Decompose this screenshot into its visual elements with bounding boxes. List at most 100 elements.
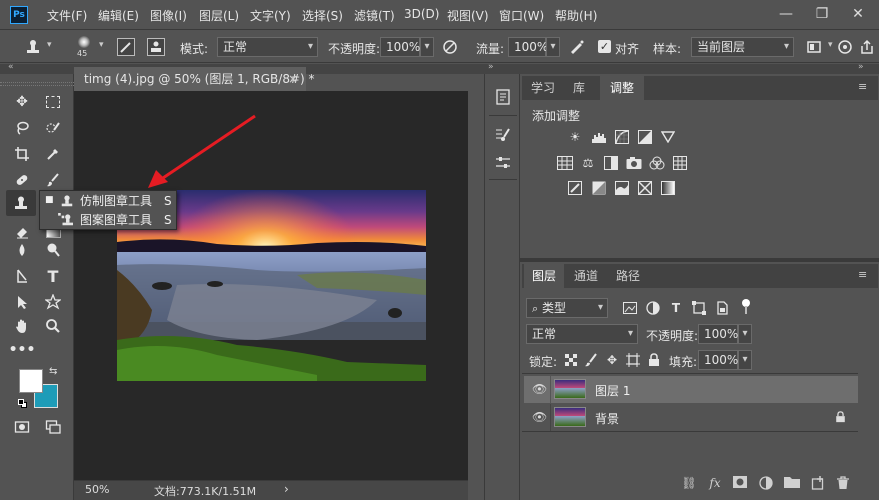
tab-adjustments[interactable]: 调整: [600, 76, 644, 100]
clone-stamp-tool-active[interactable]: [6, 190, 36, 216]
tab-libraries[interactable]: 库: [562, 76, 596, 100]
brush-tool-icon[interactable]: [42, 169, 64, 191]
tab-learn[interactable]: 学习: [524, 76, 562, 100]
color-lookup-icon[interactable]: [672, 155, 688, 171]
tab-channels[interactable]: 通道: [566, 264, 606, 288]
vibrance-icon[interactable]: [660, 129, 676, 145]
move-tool-icon[interactable]: ✥: [11, 91, 33, 113]
collapse-panels-icon[interactable]: »: [858, 62, 864, 72]
fill-dropdown-icon[interactable]: ▾: [738, 350, 752, 370]
brush-settings-icon[interactable]: [117, 38, 135, 56]
crop-tool-icon[interactable]: [11, 143, 33, 165]
clone-source-icon[interactable]: [147, 38, 165, 56]
blur-tool-icon[interactable]: [11, 239, 33, 261]
menu-help[interactable]: 帮助(H): [555, 7, 597, 24]
quick-mask-icon[interactable]: [11, 416, 33, 438]
filter-pixel-icon[interactable]: [622, 300, 638, 316]
mode-select[interactable]: 正常 ▾: [217, 37, 318, 57]
layer-style-icon[interactable]: fx: [706, 476, 724, 490]
type-tool-icon[interactable]: T: [42, 265, 64, 287]
edit-toolbar-icon[interactable]: •••: [9, 339, 36, 361]
link-layers-icon[interactable]: ⛓: [680, 476, 698, 490]
airbrush-icon[interactable]: [568, 38, 586, 56]
filter-toggle-icon[interactable]: [741, 299, 751, 315]
color-balance-icon[interactable]: ⚖: [580, 155, 596, 171]
layer-opacity-input[interactable]: 100%: [698, 324, 738, 344]
collapse-toolbar-icon[interactable]: «: [8, 62, 14, 72]
tab-paths[interactable]: 路径: [608, 264, 648, 288]
swap-colors-icon[interactable]: ⇆: [49, 366, 57, 377]
foreground-color-swatch[interactable]: [19, 369, 43, 393]
flyout-item-clone-stamp[interactable]: ■ 仿制图章工具 S: [40, 192, 176, 210]
selective-color-icon[interactable]: [637, 180, 653, 196]
history-panel-icon[interactable]: [494, 88, 512, 106]
default-colors-icon[interactable]: [18, 399, 28, 409]
custom-shape-tool-icon[interactable]: [42, 291, 64, 313]
layer-row[interactable]: 👁 背景: [524, 404, 858, 431]
brightness-contrast-icon[interactable]: ☀: [567, 129, 583, 145]
zoom-level[interactable]: 50%: [85, 483, 109, 496]
menu-file[interactable]: 文件(F): [47, 7, 87, 24]
lock-position-icon[interactable]: ✥: [604, 352, 620, 368]
layer-filter-select[interactable]: ⌕ 类型 ▾: [526, 298, 608, 318]
dodge-tool-icon[interactable]: [42, 239, 64, 261]
menu-select[interactable]: 选择(S): [302, 7, 343, 24]
screen-mode-icon[interactable]: [42, 416, 64, 438]
aligned-checkbox[interactable]: ✓: [598, 40, 611, 53]
filter-smart-object-icon[interactable]: [714, 300, 730, 316]
photo-filter-icon[interactable]: [626, 155, 642, 171]
brush-picker-arrow-icon[interactable]: ▾: [99, 40, 104, 50]
tool-preset-arrow-icon[interactable]: ▾: [47, 40, 52, 50]
flyout-item-pattern-stamp[interactable]: 图案图章工具 S: [40, 211, 176, 229]
clone-stamp-tool-icon[interactable]: [24, 38, 42, 56]
brush-preset-picker[interactable]: 45: [70, 34, 98, 60]
menu-type[interactable]: 文字(Y): [250, 7, 291, 24]
menu-filter[interactable]: 滤镜(T): [354, 7, 395, 24]
hand-tool-icon[interactable]: [11, 315, 33, 337]
opacity-input[interactable]: 100%: [380, 37, 420, 57]
new-layer-icon[interactable]: [809, 476, 827, 493]
lock-transparent-icon[interactable]: [563, 352, 579, 368]
invert-icon[interactable]: [567, 180, 583, 196]
minimize-button[interactable]: —: [776, 4, 796, 24]
properties-panel-icon[interactable]: [494, 154, 512, 172]
close-button[interactable]: ✕: [848, 4, 868, 24]
visibility-eye-icon[interactable]: 👁: [532, 382, 547, 396]
lock-all-icon[interactable]: [646, 352, 662, 368]
exposure-icon[interactable]: [637, 129, 653, 145]
path-selection-tool-icon[interactable]: [11, 291, 33, 313]
new-group-icon[interactable]: [783, 476, 801, 491]
lock-pixels-icon[interactable]: [583, 352, 599, 368]
black-white-icon[interactable]: [603, 155, 619, 171]
layer-opacity-dropdown-icon[interactable]: ▾: [738, 324, 752, 344]
opacity-dropdown-icon[interactable]: ▾: [420, 37, 434, 57]
layers-panel-menu-icon[interactable]: ≡: [858, 268, 867, 281]
pressure-size-icon[interactable]: [836, 38, 854, 56]
flow-dropdown-icon[interactable]: ▾: [546, 37, 560, 57]
flow-input[interactable]: 100%: [508, 37, 548, 57]
ignore-adjustment-icon[interactable]: [806, 39, 824, 55]
status-menu-arrow-icon[interactable]: ›: [284, 482, 289, 496]
lock-artboard-icon[interactable]: [625, 352, 641, 368]
blend-mode-select[interactable]: 正常 ▾: [526, 324, 638, 344]
pen-tool-icon[interactable]: [11, 265, 33, 287]
menu-window[interactable]: 窗口(W): [499, 7, 544, 24]
delete-layer-icon[interactable]: [834, 476, 852, 493]
hue-saturation-icon[interactable]: [557, 155, 573, 171]
gradient-map-icon[interactable]: [660, 180, 676, 196]
expand-panels-icon[interactable]: »: [488, 62, 494, 72]
restore-button[interactable]: ❐: [812, 4, 832, 24]
posterize-icon[interactable]: [591, 180, 607, 196]
layer-row[interactable]: 👁 图层 1: [524, 376, 858, 403]
threshold-icon[interactable]: [614, 180, 630, 196]
menu-edit[interactable]: 编辑(E): [98, 7, 139, 24]
add-mask-icon[interactable]: [731, 476, 749, 491]
chevron-down-icon[interactable]: ▾: [828, 40, 833, 50]
marquee-tool-icon[interactable]: [42, 91, 64, 113]
pressure-opacity-icon[interactable]: [441, 38, 459, 56]
menu-3d[interactable]: 3D(D): [404, 7, 439, 21]
close-document-icon[interactable]: ×: [288, 67, 298, 91]
new-adjustment-layer-icon[interactable]: [757, 476, 775, 493]
document-tab[interactable]: timg (4).jpg @ 50% (图层 1, RGB/8#) * ×: [74, 67, 315, 91]
channel-mixer-icon[interactable]: [649, 155, 665, 171]
